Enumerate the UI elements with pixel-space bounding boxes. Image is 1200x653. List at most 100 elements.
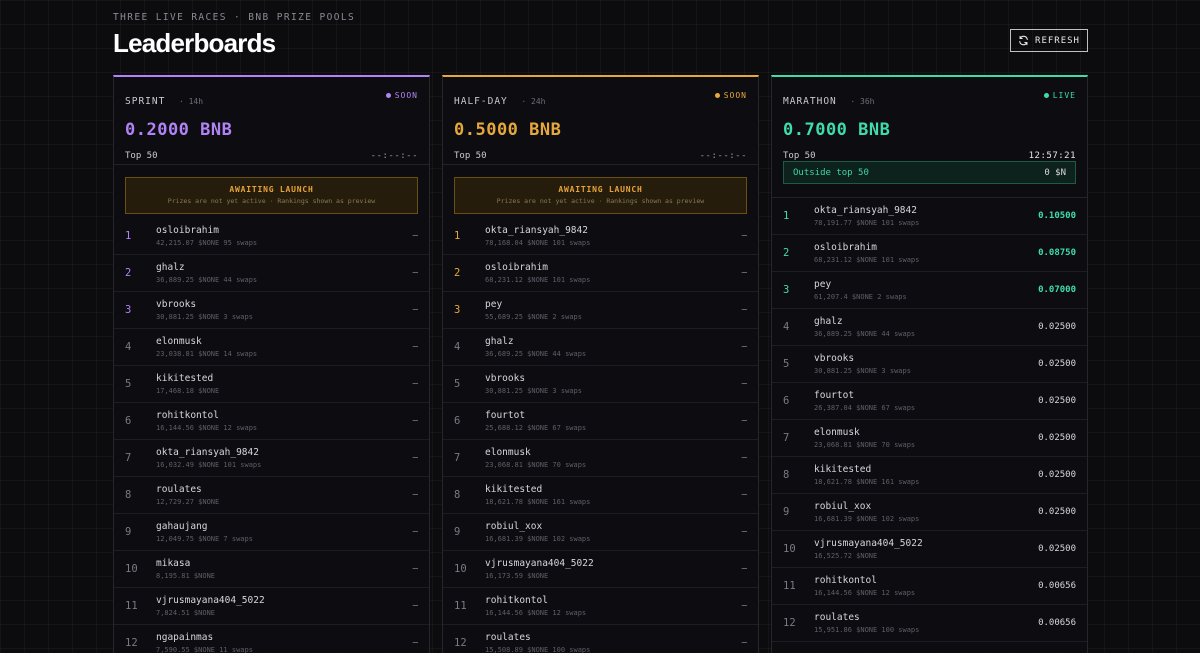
refresh-button[interactable]: REFRESH [1010,29,1088,52]
rank-number: 6 [125,415,132,427]
rank-number: 4 [783,321,790,333]
leaderboard-row[interactable]: 1 okta_riansyah_9842 78,168.04 $NONE 101 s… [443,218,758,255]
leaderboard-row[interactable]: 12 roulates 15,951.86 $NONE 100 swaps 0.006… [772,605,1087,642]
player-name: osloibrahim [814,242,877,253]
status-dot-icon [1043,93,1049,98]
race-card-header: SPRINT · 14h SOON 0.2000 BNB Top 50 --:-… [114,77,429,165]
player-stats: 15,951.86 $NONE 100 swaps [814,626,920,634]
leaderboard-row[interactable]: 1 osloibrahim 42,215.07 $NONE 95 swaps — [114,218,429,255]
outside-label: Outside top 50 [793,167,869,178]
player-stats: 78,168.04 $NONE 101 swaps [485,239,591,247]
status-badge: LIVE [1043,91,1076,100]
rank-number: 11 [454,600,467,612]
player-stats: 26,387.04 $NONE 67 swaps [814,404,916,412]
player-name: elonmusk [156,336,202,347]
leaderboard-row[interactable]: 9 robiul_xox 16,681.39 $NONE 102 swaps — [443,514,758,551]
rank-number: 10 [454,563,467,575]
leaderboard-row[interactable]: 7 elonmusk 23,068.81 $NONE 70 swaps — [443,440,758,477]
rank-number: 12 [783,617,796,629]
leaderboard-row[interactable]: 4 elonmusk 23,038.81 $NONE 14 swaps — [114,329,429,366]
prize-amount: — [741,638,747,648]
countdown-timer: --:--:-- [699,151,747,161]
prize-amount: — [741,601,747,611]
leaderboard-row[interactable]: 11 rohitkontol 16,144.56 $NONE 12 swaps 0.0… [772,568,1087,605]
leaderboard-row[interactable]: 7 elonmusk 23,068.81 $NONE 70 swaps 0.02500 [772,420,1087,457]
notice-title: AWAITING LAUNCH [229,185,314,194]
player-stats: 7,590.55 $NONE 11 swaps [156,646,253,653]
leaderboard-row[interactable]: 2 ghalz 36,889.25 $NONE 44 swaps — [114,255,429,292]
rank-number: 6 [783,395,790,407]
leaderboard-row[interactable]: 2 osloibrahim 68,231.12 $NONE 101 swaps — [443,255,758,292]
player-name: rohitkontol [814,575,877,586]
player-name: pey [485,299,503,310]
player-stats: 18,621.78 $NONE 161 swaps [485,498,591,506]
player-stats: 15,508.89 $NONE 100 swaps [485,646,591,653]
player-stats: 12,729.27 $NONE [156,498,220,506]
leaderboard-row[interactable]: 5 kikitested 17,468.18 $NONE — [114,366,429,403]
prize-amount: — [412,231,418,241]
prize-amount: — [741,231,747,241]
leaderboard-row[interactable]: 7 okta_riansyah_9842 16,032.49 $NONE 101 s… [114,440,429,477]
prize-amount: 0.00656 [1038,581,1076,591]
player-name: vbrooks [485,373,526,384]
notice-subtitle: Prizes are not yet active · Rankings sho… [496,197,705,205]
leaderboard-row[interactable]: 12 ngapainmas 7,590.55 $NONE 11 swaps — [114,625,429,653]
rank-number: 6 [454,415,461,427]
rank-number: 7 [125,452,132,464]
prize-amount: 0.10500 [1038,211,1076,221]
player-stats: 30,881.25 $NONE 3 swaps [156,313,253,321]
rank-number: 1 [125,230,132,242]
leaderboard-row[interactable]: 3 pey 55,689.25 $NONE 2 swaps — [443,292,758,329]
player-stats: 17,468.18 $NONE [156,387,220,395]
prize-amount: — [741,564,747,574]
leaderboard-row[interactable]: 10 mikasa 8,195.81 $NONE — [114,551,429,588]
rank-number: 5 [783,358,790,370]
player-stats: 61,207.4 $NONE 2 swaps [814,293,907,301]
prize-amount: — [741,453,747,463]
leaderboard-row[interactable]: 4 ghalz 36,689.25 $NONE 44 swaps — [443,329,758,366]
prize-amount: — [741,527,747,537]
player-stats: 68,231.12 $NONE 101 swaps [485,276,591,284]
leaderboard-row[interactable]: 5 vbrooks 30,881.25 $NONE 3 swaps 0.02500 [772,346,1087,383]
race-name: SPRINT [125,96,166,107]
leaderboard-row[interactable]: 10 vjrusmayana404_5022 16,173.59 $NONE — [443,551,758,588]
prize-amount: 0.02500 [1038,359,1076,369]
player-name: roulates [156,484,202,495]
player-name: osloibrahim [485,262,548,273]
leaderboard-row[interactable]: 8 kikitested 18,621.78 $NONE 161 swaps — [443,477,758,514]
leaderboard-row[interactable]: 8 kikitested 18,621.78 $NONE 161 swaps 0.02… [772,457,1087,494]
leaderboard-row[interactable]: 6 fourtot 26,387.04 $NONE 67 swaps 0.02500 [772,383,1087,420]
rank-number: 8 [783,469,790,481]
rank-number: 10 [125,563,138,575]
leaderboard-row[interactable]: 11 vjrusmayana404_5022 7,824.51 $NONE — [114,588,429,625]
prize-amount: — [741,268,747,278]
status-label: SOON [723,91,747,100]
player-name: elonmusk [485,447,531,458]
leaderboard-row[interactable]: 6 rohitkontol 16,144.56 $NONE 12 swaps — [114,403,429,440]
prize-amount: 0.02500 [1038,396,1076,406]
race-duration: · 14h [178,97,204,106]
leaderboard-row[interactable]: 3 pey 61,207.4 $NONE 2 swaps 0.07000 [772,272,1087,309]
leaderboard-row[interactable]: 8 roulates 12,729.27 $NONE — [114,477,429,514]
leaderboard-row[interactable]: 12 roulates 15,508.89 $NONE 100 swaps — [443,625,758,653]
player-name: okta_riansyah_9842 [156,447,259,458]
leaderboard-row[interactable]: 2 osloibrahim 68,231.12 $NONE 101 swaps 0.0… [772,235,1087,272]
rank-number: 9 [783,506,790,518]
player-name: robiul_xox [814,501,872,512]
notice-title: AWAITING LAUNCH [558,185,643,194]
leaderboard-row[interactable]: 9 robiul_xox 16,681.39 $NONE 102 swaps 0.02… [772,494,1087,531]
leaderboard-row[interactable]: 9 gahaujang 12,049.75 $NONE 7 swaps — [114,514,429,551]
race-name: MARATHON [783,96,837,107]
leaderboard-row[interactable]: 3 vbrooks 30,881.25 $NONE 3 swaps — [114,292,429,329]
prize-amount: — [412,564,418,574]
leaderboard-row[interactable]: 5 vbrooks 30,881.25 $NONE 3 swaps — [443,366,758,403]
leaderboard-row[interactable]: 6 fourtot 25,688.12 $NONE 67 swaps — [443,403,758,440]
leaderboard-row[interactable]: 1 okta_riansyah_9842 78,191.77 $NONE 101 s… [772,198,1087,235]
leaderboard-row[interactable]: 10 vjrusmayana404_5022 16,525.72 $NONE 0.02… [772,531,1087,568]
leaderboard-row[interactable]: 4 ghalz 36,889.25 $NONE 44 swaps 0.02500 [772,309,1087,346]
rank-number: 4 [125,341,132,353]
rank-number: 5 [454,378,461,390]
refresh-icon [1019,35,1028,46]
leaderboard-row[interactable]: 11 rohitkontol 16,144.56 $NONE 12 swaps — [443,588,758,625]
prize-amount: — [412,268,418,278]
